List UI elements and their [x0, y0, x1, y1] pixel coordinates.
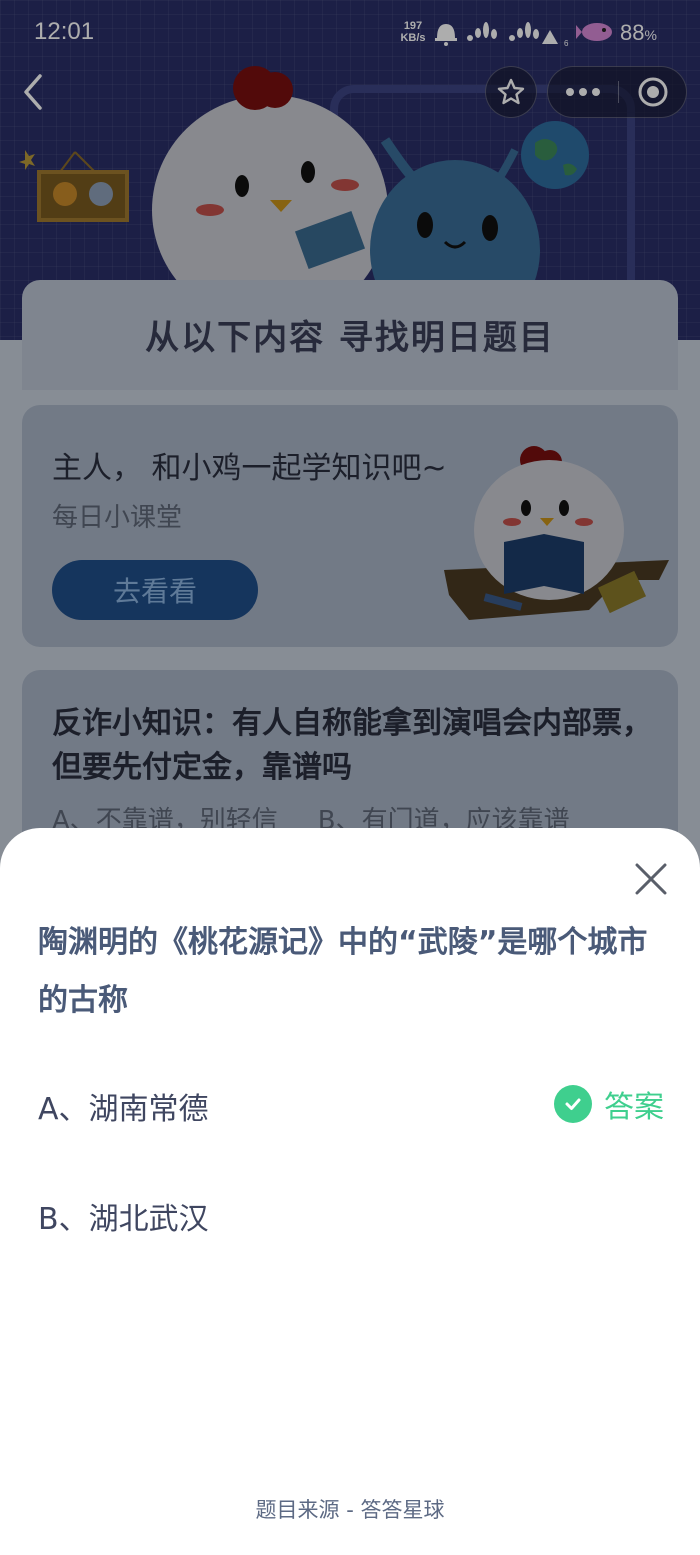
- question-sheet: 陶渊明的《桃花源记》中的“武陵”是哪个城市的古称 A、湖南常德 答案 B、湖北武…: [0, 828, 700, 1555]
- option-b-label: B、湖北武汉: [38, 1202, 209, 1237]
- answer-label: 答案: [604, 1090, 664, 1125]
- option-a[interactable]: A、湖南常德 答案: [38, 1072, 668, 1132]
- option-a-label: A、湖南常德: [38, 1092, 209, 1127]
- question-text: 陶渊明的《桃花源记》中的“武陵”是哪个城市的古称: [38, 925, 648, 1018]
- check-circle-icon: [554, 1085, 592, 1123]
- answer-badge: 答案: [554, 1082, 664, 1126]
- close-icon[interactable]: [632, 860, 670, 898]
- option-b[interactable]: B、湖北武汉: [38, 1182, 668, 1242]
- question-source: 题目来源 - 答答星球: [255, 1498, 445, 1522]
